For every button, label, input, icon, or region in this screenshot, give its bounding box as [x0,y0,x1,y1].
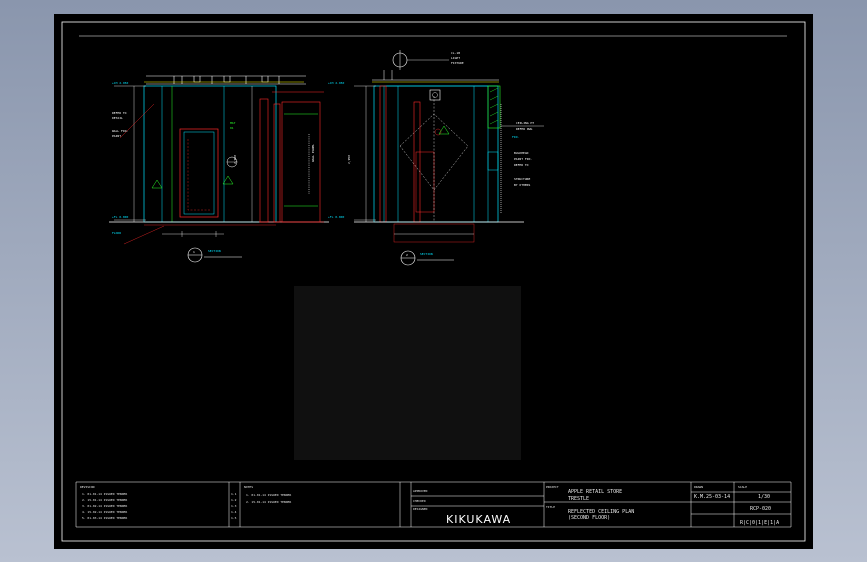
svg-text:2,950: 2,950 [347,155,351,164]
note-2: 2. 15-01-14 ISSUED TENDER [246,500,291,504]
svg-text:LIGHT: LIGHT [451,56,460,60]
section-tag-1-number: 1 [193,250,195,254]
svg-text:+CH 2.950: +CH 2.950 [328,81,344,85]
empty-viewport [294,286,521,460]
title-block [75,481,792,528]
drawing-date: 25-03-14 [706,494,730,500]
note-1: 1. 01-01-14 ISSUED TENDER [246,493,291,497]
drawing-code: R|C|0|1|E|1|A [740,520,779,526]
section-tag-1: 1 SECTION [187,247,242,263]
revision-4: 4. 15-02-14 ISSUED TENDER [82,510,127,514]
svg-text:PAINT: PAINT [112,134,121,138]
revision-mark-1: 1.1 [231,492,237,496]
project-label: PROJECT [546,485,559,489]
notes-header: NOTES [244,485,253,489]
section-tag-1-label: SECTION [208,249,221,253]
svg-text:DETAIL: DETAIL [112,116,123,120]
revision-mark-4: 1.4 [231,510,237,514]
revisions-header: REVISION [80,485,95,489]
drawn-label: DRAWN [694,485,703,489]
drawing-sheet: +CH 2.950 +FL 0.000 REFER TO DETAIL WALL… [54,14,813,549]
svg-text:+FL 0.000: +FL 0.000 [112,215,128,219]
cad-drawing: +CH 2.950 +FL 0.000 REFER TO DETAIL WALL… [61,21,806,542]
svg-text:FLOOR: FLOOR [112,231,121,235]
revision-mark-5: 1.5 [231,516,237,520]
svg-text:CL-1B: CL-1B [451,51,460,55]
svg-text:REFER TO: REFER TO [112,111,127,115]
section-tag-2-number: 2 [406,253,408,257]
approval-2: CHECKED [413,499,426,503]
svg-text:PAINT FIN.: PAINT FIN. [514,157,532,161]
revision-mark-3: 1.3 [231,504,237,508]
revision-3: 3. 01-02-14 ISSUED TENDER [82,504,127,508]
revision-mark-2: 1.2 [231,498,237,502]
svg-text:BULKHEAD: BULKHEAD [514,151,529,155]
revision-5: 5. 01-03-14 ISSUED TENDER [82,516,127,520]
left-elevation: +CH 2.950 +FL 0.000 REFER TO DETAIL WALL… [109,75,329,245]
svg-text:STRUCTURE: STRUCTURE [514,177,530,181]
svg-text:+CH 2.950: +CH 2.950 [112,81,128,85]
revision-2: 2. 15-01-14 ISSUED TENDER [82,498,127,502]
scale-label: SCALE [738,485,747,489]
section-tag-2-label: SECTION [420,252,433,256]
revision-1: 1. 01-01-14 ISSUED TENDER [82,492,127,496]
approval-3: DESIGNED [413,507,428,511]
approval-1: APPROVED [413,489,428,493]
svg-text:MAT: MAT [230,121,236,125]
drawn-by: K.M. [694,494,706,500]
svg-text:CEILING HT: CEILING HT [516,121,534,125]
svg-text:BY OTHERS: BY OTHERS [514,183,530,187]
svg-text:01: 01 [230,126,234,130]
project-sub: TRESTLE [568,496,589,502]
brand-logo: KIKUKAWA [446,513,511,526]
project-name: APPLE RETAIL STORE [568,489,622,495]
svg-text:2,950: 2,950 [233,155,237,164]
right-elevation: CL-1B LIGHT FIXTURE +CH 2.950 +FL 0.000 … [328,50,544,243]
title-label: TITLE [546,505,555,509]
svg-text:WALL PANEL: WALL PANEL [311,144,315,162]
section-tag-2: 2 SECTION [400,250,454,266]
svg-text:WALL FIN.: WALL FIN. [112,129,128,133]
drawing-number: RCP-020 [750,506,771,512]
drawing-scale: 1/30 [758,494,770,500]
svg-text:REFER DWG: REFER DWG [516,127,532,131]
drawing-title-2: (SECOND FLOOR) [568,515,610,521]
svg-text:FIXTURE: FIXTURE [451,61,464,65]
svg-text:+FL 0.000: +FL 0.000 [328,215,344,219]
svg-text:FIN.: FIN. [512,135,519,139]
svg-text:REFER TO: REFER TO [514,163,529,167]
